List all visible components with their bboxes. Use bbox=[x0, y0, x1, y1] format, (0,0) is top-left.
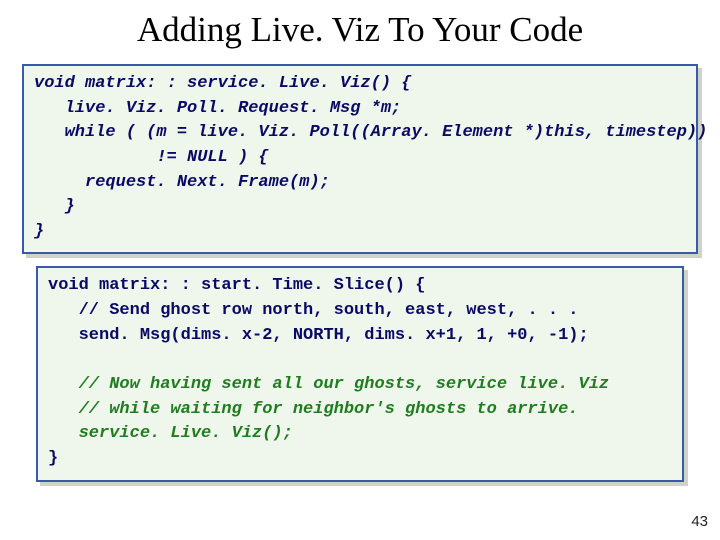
code-line: // Send ghost row north, south, east, we… bbox=[48, 299, 672, 324]
code-line: } bbox=[34, 220, 686, 245]
code-blank-line bbox=[48, 348, 672, 373]
code-comment: // Now having sent all our ghosts, servi… bbox=[48, 373, 672, 398]
slide-root: Adding Live. Viz To Your Code void matri… bbox=[0, 0, 720, 540]
code-box-service-liveviz: void matrix: : service. Live. Viz() { li… bbox=[22, 64, 698, 254]
code-line: live. Viz. Poll. Request. Msg *m; bbox=[34, 97, 686, 122]
code-line: != NULL ) { bbox=[34, 146, 686, 171]
code-comment: // while waiting for neighbor's ghosts t… bbox=[48, 398, 672, 423]
slide-title: Adding Live. Viz To Your Code bbox=[0, 0, 720, 64]
code-line: while ( (m = live. Viz. Poll((Array. Ele… bbox=[34, 121, 686, 146]
code-line: send. Msg(dims. x-2, NORTH, dims. x+1, 1… bbox=[48, 324, 672, 349]
page-number: 43 bbox=[691, 513, 708, 530]
code-line: } bbox=[34, 195, 686, 220]
code-box-start-timeslice: void matrix: : start. Time. Slice() { //… bbox=[36, 266, 684, 481]
code-line: void matrix: : service. Live. Viz() { bbox=[34, 72, 686, 97]
code-call: service. Live. Viz(); bbox=[48, 422, 672, 447]
code-line: } bbox=[48, 447, 672, 472]
code-line: request. Next. Frame(m); bbox=[34, 171, 686, 196]
code-line: void matrix: : start. Time. Slice() { bbox=[48, 274, 672, 299]
